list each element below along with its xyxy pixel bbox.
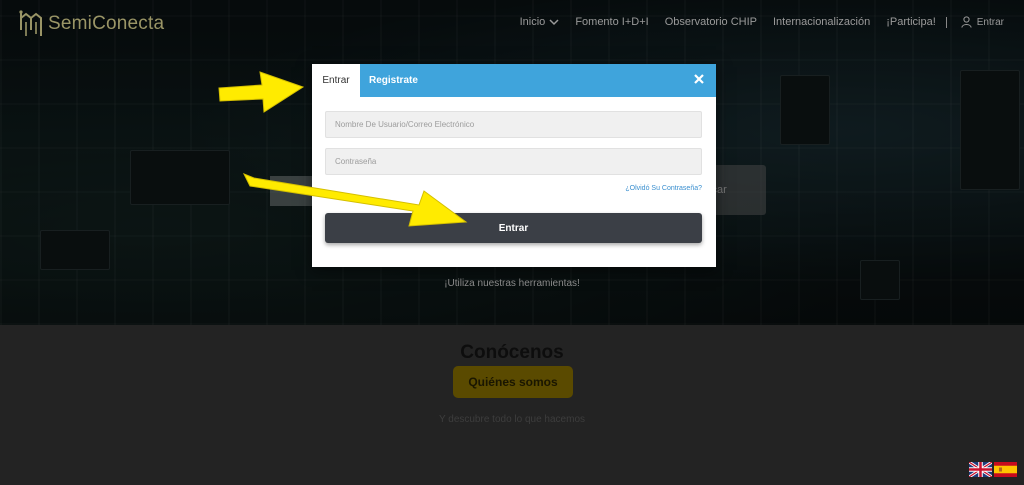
brand-logo[interactable]: SemiConecta	[18, 8, 164, 40]
about-subtitle: Y descubre todo lo que hacemos	[438, 414, 586, 425]
hero-tools-text: ¡Utiliza nuestras herramientas!	[444, 278, 580, 289]
nav-item-inicio[interactable]: Inicio	[520, 16, 560, 28]
brand-name: SemiConecta	[48, 13, 165, 34]
close-icon-glyph	[694, 74, 704, 84]
login-submit-button[interactable]: Entrar	[325, 213, 702, 243]
nav-item-fomento[interactable]: Fomento I+D+I	[575, 16, 648, 28]
nav-item-label: Observatorio CHIP	[664, 16, 757, 28]
nav-login-link[interactable]: Entrar	[961, 16, 1004, 28]
main-nav: Inicio Fomento I+D+I Observatorio CHIP I…	[504, 16, 1004, 28]
nav-item-participa[interactable]: ¡Participa!	[886, 16, 936, 28]
chevron-down-icon	[549, 19, 559, 26]
user-icon	[961, 16, 972, 28]
tab-entrar[interactable]: Entrar	[312, 64, 360, 97]
nav-item-label: Inicio	[519, 16, 546, 28]
username-input[interactable]	[325, 111, 702, 138]
forgot-password-link[interactable]: ¿Olvidó Su Contraseña?	[625, 185, 702, 192]
password-input[interactable]	[325, 148, 702, 175]
nav-item-observatorio[interactable]: Observatorio CHIP	[665, 16, 757, 28]
about-title: Conócenos	[460, 342, 564, 363]
tab-registrate[interactable]: Registrate	[369, 64, 418, 97]
nav-item-label: Fomento I+D+I	[575, 16, 649, 28]
about-section: Conócenos Quiénes somos Y descubre todo …	[0, 325, 1024, 485]
modal-header: Entrar Registrate	[312, 64, 716, 97]
language-switcher	[969, 462, 1017, 477]
nav-item-label: Internacionalización	[773, 16, 871, 28]
nav-item-label: ¡Participa!	[886, 16, 936, 28]
semiconecta-logo-icon	[19, 10, 42, 36]
site-header: SemiConecta Inicio Fomento I+D+I Observa…	[0, 0, 1024, 48]
nav-item-internacionalizacion[interactable]: Internacionalización	[773, 16, 870, 28]
login-modal: Entrar Registrate ¿Olvidó Su Contraseña?…	[312, 64, 716, 267]
es-flag-icon[interactable]	[994, 462, 1017, 477]
en-flag-icon[interactable]	[969, 462, 992, 477]
close-icon[interactable]	[692, 73, 706, 87]
nav-login-label: Entrar	[976, 16, 1004, 28]
nav-divider	[945, 16, 947, 28]
quienes-somos-button[interactable]: Quiénes somos	[453, 366, 573, 398]
